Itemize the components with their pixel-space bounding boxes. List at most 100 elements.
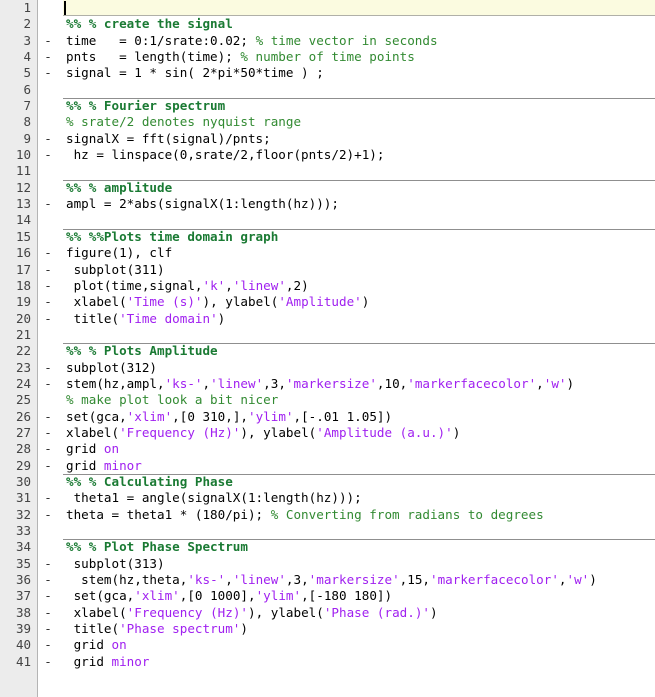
code-text[interactable]: hz = linspace(0,srate/2,floor(pnts/2)+1)… [63, 147, 655, 163]
code-text[interactable]: stem(hz,theta,'ks-','linew',3,'markersiz… [63, 572, 655, 588]
code-text[interactable]: %% % Fourier spectrum [63, 98, 655, 114]
code-text[interactable] [63, 163, 655, 179]
code-text[interactable]: %% % create the signal [63, 16, 655, 32]
code-line[interactable]: 21 [0, 327, 655, 343]
executable-line-marker[interactable]: - [41, 245, 55, 261]
code-line[interactable]: 40- grid on [0, 637, 655, 653]
executable-line-marker[interactable]: - [41, 278, 55, 294]
code-line[interactable]: 13- ampl = 2*abs(signalX(1:length(hz))); [0, 196, 655, 212]
code-text[interactable]: ampl = 2*abs(signalX(1:length(hz))); [63, 196, 655, 212]
code-text[interactable]: signal = 1 * sin( 2*pi*50*time ) ; [63, 65, 655, 81]
executable-line-marker[interactable]: - [41, 507, 55, 523]
code-line[interactable]: 3- time = 0:1/srate:0.02; % time vector i… [0, 33, 655, 49]
code-text[interactable]: set(gca,'xlim',[0 1000],'ylim',[-180 180… [63, 588, 655, 604]
code-text[interactable]: figure(1), clf [63, 245, 655, 261]
code-text[interactable]: subplot(313) [63, 556, 655, 572]
code-line[interactable]: 6 [0, 82, 655, 98]
code-line[interactable]: 4- pnts = length(time); % number of time … [0, 49, 655, 65]
code-text[interactable]: set(gca,'xlim',[0 310,],'ylim',[-.01 1.0… [63, 409, 655, 425]
code-text[interactable]: title('Time domain') [63, 311, 655, 327]
code-line[interactable]: 2 %% % create the signal [0, 16, 655, 32]
executable-line-marker[interactable]: - [41, 262, 55, 278]
executable-line-marker[interactable]: - [41, 605, 55, 621]
executable-line-marker[interactable]: - [41, 294, 55, 310]
code-text[interactable]: %% % Plots Amplitude [63, 343, 655, 359]
code-line[interactable]: 19- xlabel('Time (s)'), ylabel('Amplitud… [0, 294, 655, 310]
code-text[interactable]: stem(hz,ampl,'ks-','linew',3,'markersize… [63, 376, 655, 392]
code-text[interactable]: grid on [63, 637, 655, 653]
code-line[interactable]: 22 %% % Plots Amplitude [0, 343, 655, 359]
code-text[interactable]: subplot(311) [63, 262, 655, 278]
executable-line-marker[interactable]: - [41, 360, 55, 376]
code-text[interactable]: %% % Calculating Phase [63, 474, 655, 490]
code-line[interactable]: 24- stem(hz,ampl,'ks-','linew',3,'markers… [0, 376, 655, 392]
code-text[interactable]: %% % amplitude [63, 180, 655, 196]
code-line[interactable]: 17- subplot(311) [0, 262, 655, 278]
code-text[interactable]: % srate/2 denotes nyquist range [63, 114, 655, 130]
code-text[interactable]: signalX = fft(signal)/pnts; [63, 131, 655, 147]
code-text[interactable]: plot(time,signal,'k','linew',2) [63, 278, 655, 294]
code-text[interactable] [63, 327, 655, 343]
code-text[interactable]: grid on [63, 441, 655, 457]
code-line[interactable]: 34 %% % Plot Phase Spectrum [0, 539, 655, 555]
code-text[interactable] [63, 523, 655, 539]
code-line[interactable]: 38- xlabel('Frequency (Hz)'), ylabel('Ph… [0, 605, 655, 621]
code-text[interactable]: xlabel('Frequency (Hz)'), ylabel('Phase … [63, 605, 655, 621]
code-text[interactable]: theta = theta1 * (180/pi); % Converting … [63, 507, 655, 523]
code-text[interactable]: pnts = length(time); % number of time po… [63, 49, 655, 65]
executable-line-marker[interactable]: - [41, 409, 55, 425]
code-line[interactable]: 12 %% % amplitude [0, 179, 655, 196]
executable-line-marker[interactable]: - [41, 196, 55, 212]
code-line[interactable]: 35- subplot(313) [0, 556, 655, 572]
code-line[interactable]: 41- grid minor [0, 654, 655, 670]
code-text[interactable]: theta1 = angle(signalX(1:length(hz))); [63, 490, 655, 506]
code-line[interactable]: 23- subplot(312) [0, 360, 655, 376]
code-line[interactable]: 36- stem(hz,theta,'ks-','linew',3,'marke… [0, 572, 655, 588]
code-line[interactable]: 30 %% % Calculating Phase [0, 473, 655, 490]
code-line[interactable]: 10- hz = linspace(0,srate/2,floor(pnts/2… [0, 147, 655, 163]
executable-line-marker[interactable]: - [41, 588, 55, 604]
code-line[interactable]: 26- set(gca,'xlim',[0 310,],'ylim',[-.01 … [0, 409, 655, 425]
code-text[interactable]: grid minor [63, 654, 655, 670]
code-line[interactable]: 14 [0, 212, 655, 228]
executable-line-marker[interactable]: - [41, 131, 55, 147]
code-line[interactable]: 8 % srate/2 denotes nyquist range [0, 114, 655, 130]
executable-line-marker[interactable]: - [41, 458, 55, 474]
code-line[interactable]: 16- figure(1), clf [0, 245, 655, 261]
code-line[interactable]: 39- title('Phase spectrum') [0, 621, 655, 637]
executable-line-marker[interactable]: - [41, 65, 55, 81]
code-text[interactable]: subplot(312) [63, 360, 655, 376]
code-line[interactable]: 31- theta1 = angle(signalX(1:length(hz))… [0, 490, 655, 506]
code-line[interactable]: 1 [0, 0, 655, 17]
executable-line-marker[interactable]: - [41, 556, 55, 572]
code-text[interactable]: % make plot look a bit nicer [63, 392, 655, 408]
executable-line-marker[interactable]: - [41, 621, 55, 637]
code-text[interactable] [63, 82, 655, 98]
executable-line-marker[interactable]: - [41, 33, 55, 49]
code-text[interactable]: %% % Plot Phase Spectrum [63, 539, 655, 555]
code-line[interactable]: 27- xlabel('Frequency (Hz)'), ylabel('Amp… [0, 425, 655, 441]
code-line[interactable]: 29- grid minor [0, 458, 655, 474]
code-line[interactable]: 37- set(gca,'xlim',[0 1000],'ylim',[-180… [0, 588, 655, 604]
executable-line-marker[interactable]: - [41, 49, 55, 65]
executable-line-marker[interactable]: - [41, 637, 55, 653]
code-line[interactable]: 32- theta = theta1 * (180/pi); % Converti… [0, 507, 655, 523]
code-text[interactable] [63, 212, 655, 228]
code-editor[interactable]: 1 2%% % create the signal 3- time = 0:1/sra… [0, 0, 655, 697]
executable-line-marker[interactable]: - [41, 654, 55, 670]
code-text[interactable]: time = 0:1/srate:0.02; % time vector in … [63, 33, 655, 49]
code-line[interactable]: 28- grid on [0, 441, 655, 457]
code-line[interactable]: 33 [0, 523, 655, 539]
code-text[interactable]: %% %%Plots time domain graph [63, 229, 655, 245]
executable-line-marker[interactable]: - [41, 425, 55, 441]
code-line[interactable]: 18- plot(time,signal,'k','linew',2) [0, 278, 655, 294]
code-text[interactable]: xlabel('Time (s)'), ylabel('Amplitude') [63, 294, 655, 310]
code-text[interactable]: title('Phase spectrum') [63, 621, 655, 637]
code-line[interactable]: 9- signalX = fft(signal)/pnts; [0, 131, 655, 147]
executable-line-marker[interactable]: - [41, 376, 55, 392]
code-line[interactable]: 11 [0, 163, 655, 179]
code-text[interactable]: xlabel('Frequency (Hz)'), ylabel('Amplit… [63, 425, 655, 441]
executable-line-marker[interactable]: - [41, 147, 55, 163]
code-line[interactable]: 15 %% %%Plots time domain graph [0, 228, 655, 245]
code-line[interactable]: 5- signal = 1 * sin( 2*pi*50*time ) ; [0, 65, 655, 81]
